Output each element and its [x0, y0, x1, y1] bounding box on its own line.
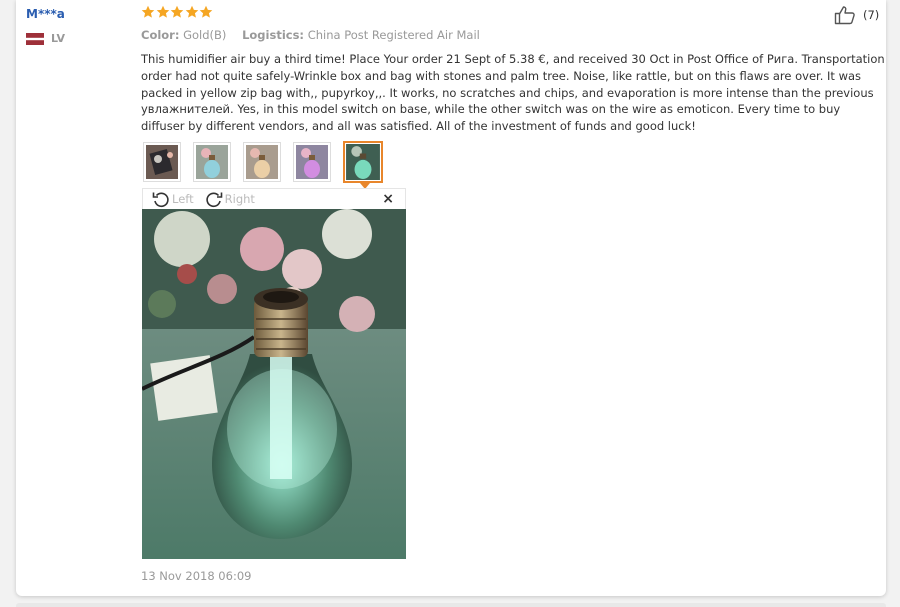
review-photo-thumbnails: [143, 141, 395, 189]
rotate-left-icon[interactable]: [151, 189, 171, 209]
star-icon: [199, 5, 213, 18]
logistics-label: Logistics:: [242, 28, 305, 42]
color-value: Gold(B): [183, 28, 227, 42]
helpful-count: (7): [863, 8, 880, 22]
reviewer-country: LV: [26, 32, 65, 45]
logistics-value: China Post Registered Air Mail: [307, 28, 480, 42]
color-label: Color:: [141, 28, 180, 42]
photo-thumbnail-image: [296, 145, 328, 179]
photo-thumbnail-image: [196, 145, 228, 179]
order-meta: Color: Gold(B) Logistics: China Post Reg…: [141, 28, 492, 42]
photo-thumbnail-image: [146, 145, 178, 179]
photo-viewer-toolbar: Left Right ×: [142, 188, 406, 209]
star-icon: [170, 5, 184, 18]
rotate-left-label[interactable]: Left: [172, 192, 194, 206]
photo-thumbnail-image: [246, 145, 278, 179]
review-date: 13 Nov 2018 06:09: [141, 569, 252, 583]
rotate-left-button[interactable]: Left: [151, 189, 194, 209]
photo-thumbnail[interactable]: [293, 142, 331, 182]
star-icon: [156, 5, 169, 18]
country-code: LV: [51, 32, 66, 45]
star-icon: [141, 5, 155, 18]
reviewer-name[interactable]: M***a: [26, 7, 65, 21]
photo-thumbnail[interactable]: [143, 142, 181, 182]
flag-latvia-icon: [26, 32, 44, 45]
rotate-right-button[interactable]: Right: [204, 189, 255, 209]
rotate-right-icon[interactable]: [204, 189, 224, 209]
rotate-right-label[interactable]: Right: [225, 192, 255, 206]
review-card: M***a LV Color: Gold(B) Logistics: China…: [16, 0, 886, 596]
star-rating: [141, 5, 214, 19]
thumbs-up-icon[interactable]: [834, 5, 856, 25]
photo-thumbnail-image: [346, 144, 380, 180]
close-icon[interactable]: ×: [382, 191, 394, 207]
star-icon: [185, 5, 198, 18]
photo-thumbnail-active[interactable]: [343, 141, 383, 189]
photo-thumbnail[interactable]: [243, 142, 281, 182]
review-photo-large: [142, 209, 406, 559]
photo-thumbnail[interactable]: [193, 142, 231, 182]
next-card-edge: [16, 603, 886, 607]
helpful-button[interactable]: (7): [834, 5, 879, 25]
photo-viewer: Left Right ×: [142, 188, 406, 559]
review-text: This humidifier air buy a third time! Pl…: [141, 52, 885, 134]
